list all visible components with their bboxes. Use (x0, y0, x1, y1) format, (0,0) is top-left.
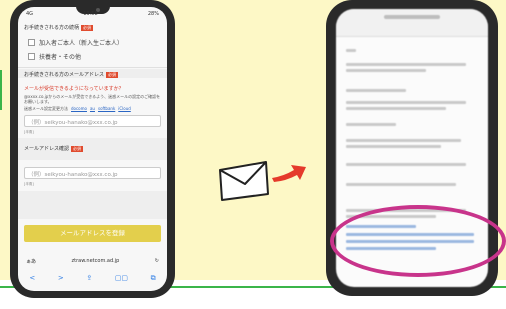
link-au[interactable]: au (90, 106, 95, 112)
email-title-text: お手続きされる方のメールアドレス (24, 72, 105, 78)
blurred-text (346, 183, 456, 186)
required-badge: 必須 (81, 24, 94, 31)
half-width-note: [半角] (24, 182, 34, 186)
green-accent-left (0, 70, 2, 110)
blurred-text (346, 123, 396, 126)
email-input[interactable]: （例）seikyou-hanako@xxx.co.jp (24, 115, 161, 127)
email-section-title: お手続きされる方のメールアドレス 必須 (24, 71, 119, 78)
share-icon[interactable]: ⇪ (86, 274, 92, 282)
left-phone: 4G 13:58 28% お手続きされる方の続柄 必須 加入者ご本人（新入生ご本人… (10, 0, 175, 298)
blurred-text (346, 49, 356, 52)
arrow-right-icon (272, 165, 306, 182)
back-icon[interactable]: < (29, 274, 35, 282)
confirm-title-text: メールアドレス確認 (24, 146, 70, 152)
option-label: 扶養者・その他 (39, 54, 82, 61)
email-confirm-input[interactable]: （例）seikyou-hanako@xxx.co.jp (24, 167, 161, 179)
blurred-text (346, 89, 406, 92)
blurred-text (346, 69, 426, 72)
text-size-button[interactable]: ぁあ (26, 258, 36, 265)
option-self[interactable]: 加入者ご本人（新入生ご本人） (28, 38, 123, 47)
carrier-links-row: 迷惑メール設定変更方法 docomo au softbank iCloud (24, 106, 131, 112)
receive-question: メールが受信できるようになっていますか？ (24, 86, 124, 92)
option-other[interactable]: 扶養者・その他 (28, 52, 81, 61)
link-icloud[interactable]: iCloud (118, 106, 131, 112)
blurred-text (346, 139, 461, 142)
carrier-indicator: 4G (26, 11, 34, 17)
half-width-note: [半角] (24, 130, 34, 134)
blurred-text (346, 107, 446, 110)
section-divider (18, 67, 167, 68)
relation-title-text: お手続きされる方の続柄 (24, 25, 80, 31)
required-badge: 必須 (71, 145, 84, 152)
section-band (18, 191, 167, 219)
register-email-button[interactable]: メールアドレスを登録 (24, 225, 161, 242)
tabs-icon[interactable]: ⧉ (151, 274, 156, 283)
checkbox[interactable] (28, 39, 35, 46)
confirm-section-title: メールアドレス確認 必須 (24, 145, 84, 152)
forward-icon[interactable]: > (58, 274, 64, 282)
relation-section-title: お手続きされる方の続柄 必須 (24, 24, 94, 31)
reload-icon[interactable]: ↻ (155, 258, 159, 264)
clock: 13:58 (83, 11, 98, 17)
url-bar[interactable]: ぁあ ztraw.netcom.ad.jp ↻ (18, 255, 167, 267)
link-softbank[interactable]: softbank (98, 106, 115, 112)
blurred-text (346, 63, 466, 66)
required-badge: 必須 (106, 71, 119, 78)
mail-header (336, 9, 488, 37)
blurred-text (346, 101, 466, 104)
url-text[interactable]: ztraw.netcom.ad.jp (72, 258, 120, 264)
battery-indicator: 28% (147, 11, 159, 17)
browser-toolbar: < > ⇪ ▢▢ ⧉ (18, 271, 167, 285)
link-docomo[interactable]: docomo (71, 106, 87, 112)
blurred-text (346, 145, 441, 148)
bookmarks-icon[interactable]: ▢▢ (115, 274, 128, 282)
option-label: 加入者ご本人（新入生ご本人） (39, 40, 124, 47)
blurred-text (346, 163, 466, 166)
phone-speaker (384, 15, 440, 19)
left-phone-screen: 4G 13:58 28% お手続きされる方の続柄 必須 加入者ご本人（新入生ご本人… (18, 7, 167, 291)
envelope-icon (219, 161, 269, 201)
settings-label: 迷惑メール設定変更方法 (24, 106, 68, 111)
status-bar: 4G 13:58 28% (18, 11, 167, 21)
info-text: @xxxx.co.jpからのメールが受信できるよう、迷惑メールの設定のご確認をお… (24, 94, 161, 104)
highlight-ellipse (330, 205, 506, 277)
checkbox[interactable] (28, 53, 35, 60)
